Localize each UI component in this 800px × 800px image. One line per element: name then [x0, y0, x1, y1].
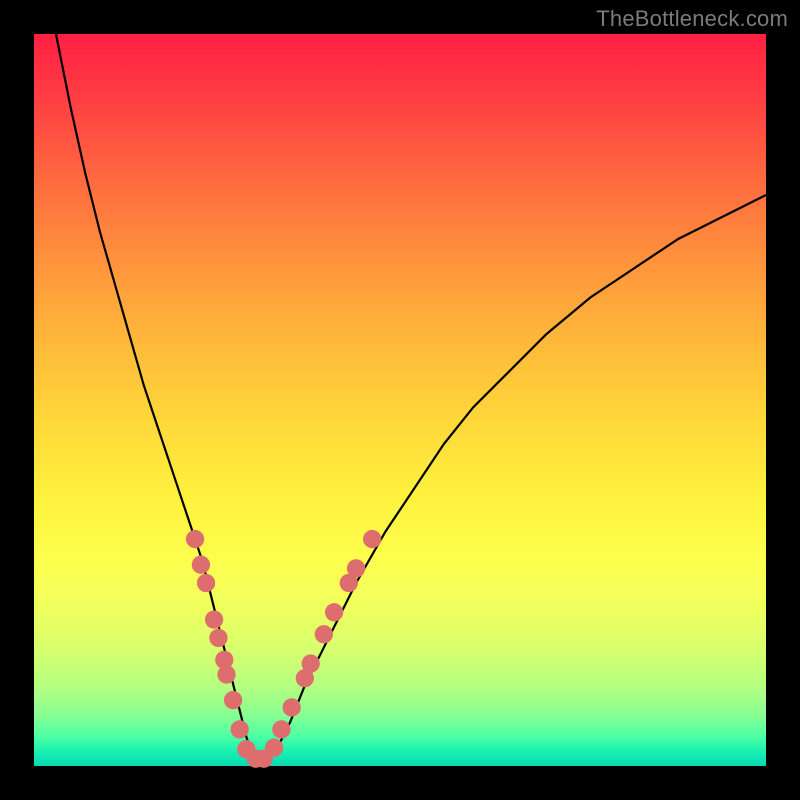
data-marker	[265, 739, 283, 757]
data-marker	[302, 654, 320, 672]
chart-svg	[34, 34, 766, 766]
data-marker	[363, 530, 381, 548]
bottleneck-curve	[56, 34, 766, 766]
data-marker	[283, 698, 301, 716]
data-marker	[205, 610, 223, 628]
data-marker	[217, 665, 235, 683]
data-marker	[272, 720, 290, 738]
plot-area	[34, 34, 766, 766]
data-marker	[325, 603, 343, 621]
chart-frame: TheBottleneck.com	[0, 0, 800, 800]
data-marker	[209, 629, 227, 647]
data-marker	[186, 530, 204, 548]
watermark-text: TheBottleneck.com	[596, 6, 788, 32]
data-marker	[192, 556, 210, 574]
data-marker	[197, 574, 215, 592]
data-marker	[347, 559, 365, 577]
data-marker	[315, 625, 333, 643]
data-marker	[231, 720, 249, 738]
data-marker	[224, 691, 242, 709]
